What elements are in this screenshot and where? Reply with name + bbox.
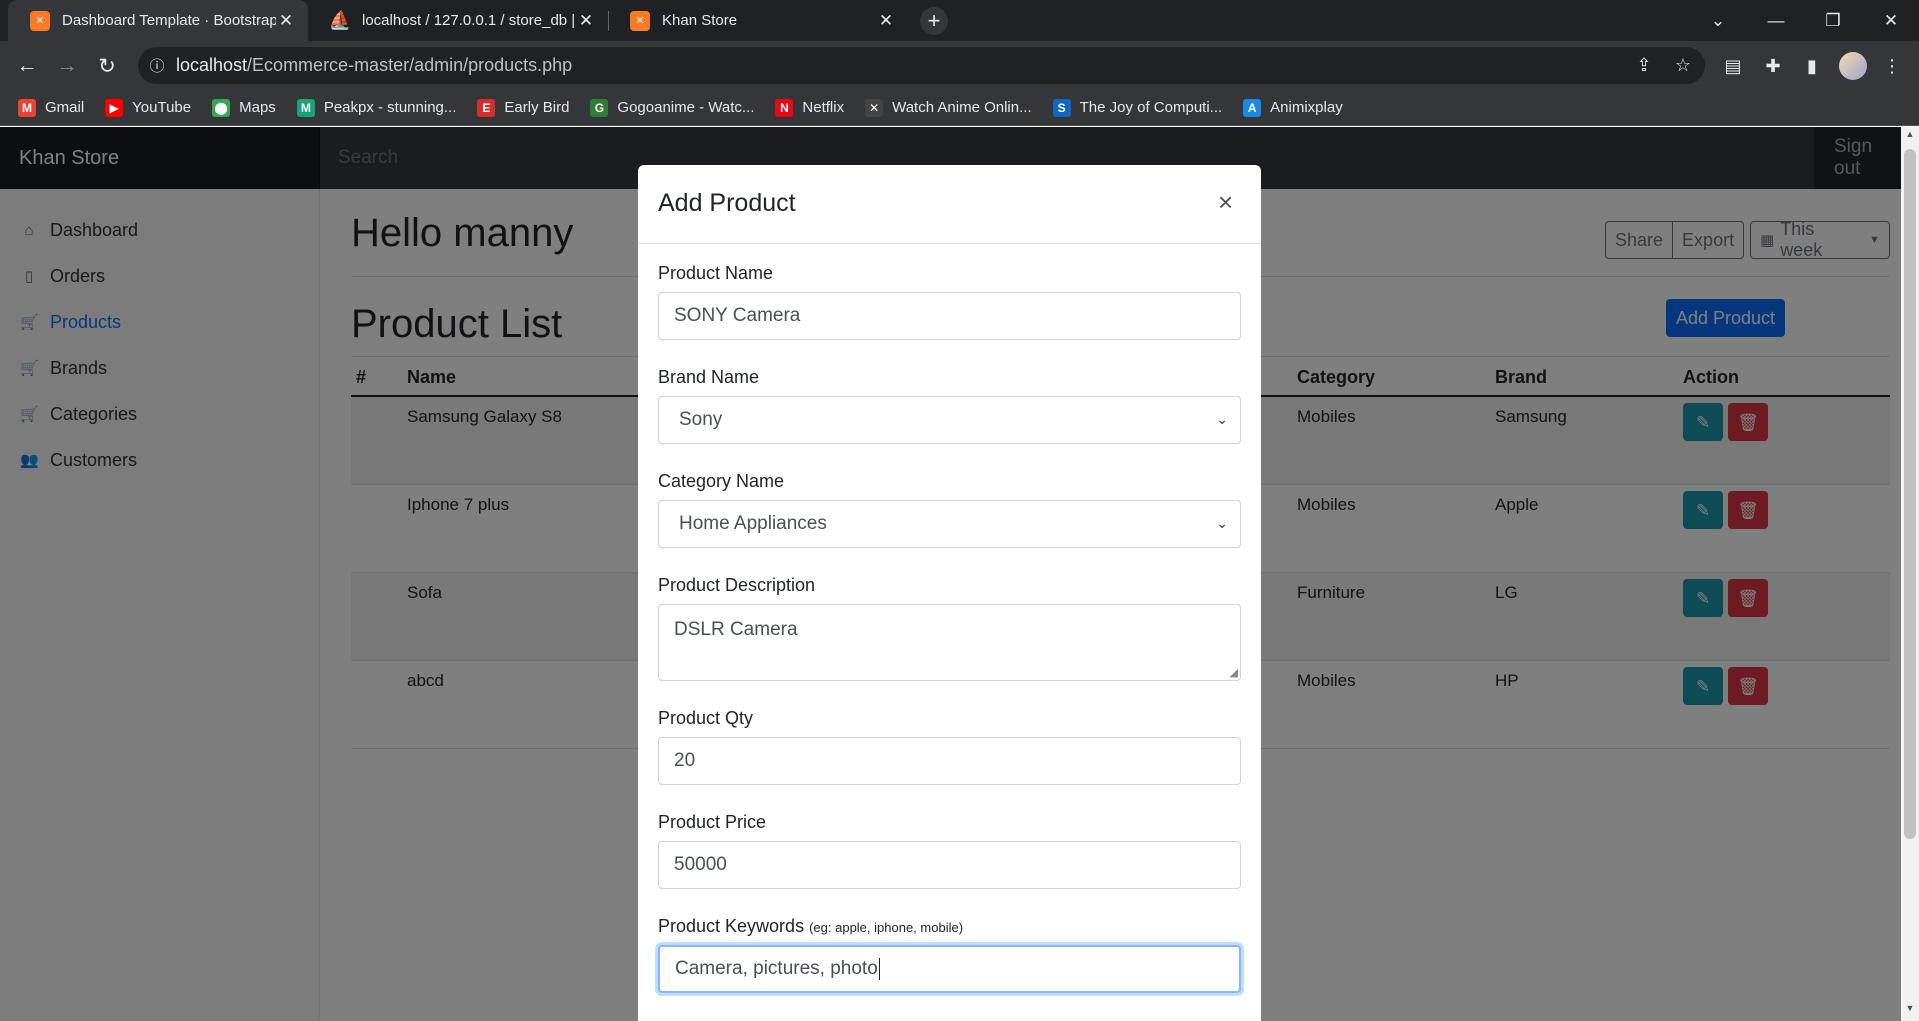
url-path: /Ecommerce-master/admin/products.php: [247, 55, 573, 75]
browser-tab-bar: ✕ Dashboard Template · Bootstrap ✕ ⛵ loc…: [0, 0, 1919, 41]
bookmark-favicon-icon: N: [775, 98, 794, 117]
bookmark-item[interactable]: N Netflix: [775, 98, 845, 117]
extensions-puzzle-icon[interactable]: ✚: [1756, 49, 1790, 83]
bookmark-item[interactable]: S The Joy of Computi...: [1052, 98, 1223, 117]
resize-grip-icon[interactable]: ◢: [1230, 666, 1238, 679]
bookmark-item[interactable]: ▶ YouTube: [105, 98, 192, 117]
new-tab-button[interactable]: +: [920, 7, 948, 35]
minimize-icon[interactable]: —: [1748, 0, 1804, 41]
restore-icon[interactable]: ❐: [1805, 0, 1861, 41]
url-host: localhost: [176, 55, 248, 75]
bookmark-label: Peakpx - stunning...: [323, 99, 457, 116]
price-label: Product Price: [658, 812, 767, 832]
bookmark-label: The Joy of Computi...: [1079, 99, 1223, 116]
window-close-icon[interactable]: ✕: [1863, 0, 1919, 41]
tab-title: Khan Store: [662, 12, 738, 29]
bookmark-favicon-icon: S: [1052, 98, 1071, 117]
bookmark-favicon-icon: E: [477, 98, 496, 117]
address-bar-row: ← → ↻ ⓘ localhost/Ecommerce-master/admin…: [0, 41, 1919, 90]
reload-icon[interactable]: ↻: [90, 49, 124, 83]
description-textarea[interactable]: DSLR Camera ◢: [658, 604, 1241, 681]
price-input[interactable]: 50000: [658, 841, 1241, 889]
bookmark-favicon-icon: M: [18, 98, 36, 117]
close-icon[interactable]: ✕: [876, 11, 896, 31]
bookmark-item[interactable]: G Gogoanime - Watc...: [590, 98, 755, 117]
page-scrollbar[interactable]: ▲ ▼: [1901, 127, 1919, 1021]
product-name-label: Product Name: [658, 263, 774, 283]
browser-tab-phpmyadmin[interactable]: ⛵ localhost / 127.0.0.1 / store_db | p ✕: [308, 0, 608, 41]
modal-title: Add Product: [658, 189, 796, 217]
bookmark-favicon-icon: ✕: [865, 98, 884, 117]
category-select-value: Home Appliances: [679, 513, 827, 534]
bookmark-item[interactable]: E Early Bird: [477, 98, 570, 117]
brand-name-label: Brand Name: [658, 367, 760, 387]
bookmarks-bar: M Gmail ▶ YouTube ⬤ Maps M Peakpx - stunning...…: [0, 90, 1919, 126]
brand-select-value: Sony: [679, 409, 723, 430]
chevron-down-icon: ⌄: [1216, 515, 1228, 531]
bookmark-label: Gmail: [45, 99, 85, 116]
keywords-label: Product Keywords (eg: apple, iphone, mob…: [658, 916, 963, 937]
scrollbar-thumb[interactable]: [1904, 149, 1916, 839]
bookmark-favicon-icon: M: [296, 98, 315, 117]
keywords-hint: (eg: apple, iphone, mobile): [809, 920, 964, 935]
profile-avatar[interactable]: [1839, 52, 1867, 80]
bookmark-label: YouTube: [132, 99, 192, 116]
brand-select[interactable]: Sony ⌄: [658, 396, 1241, 444]
bookmark-favicon-icon: A: [1243, 98, 1262, 117]
keywords-value: Camera, pictures, photo: [675, 958, 878, 979]
keywords-label-text: Product Keywords: [658, 916, 805, 936]
bookmark-item[interactable]: M Gmail: [18, 98, 85, 117]
xampp-icon: ✕: [630, 10, 650, 31]
bookmark-favicon-icon: ⬤: [212, 98, 231, 117]
bookmark-favicon-icon: ▶: [105, 98, 124, 117]
description-label: Product Description: [658, 575, 816, 595]
bookmark-label: Maps: [239, 99, 276, 116]
add-product-modal: Add Product × Product Name SONY Camera B…: [638, 165, 1261, 1021]
web-page: Khan Store Search Sign out ⌂Dashboard▯Or…: [0, 127, 1901, 1021]
bookmark-label: Netflix: [802, 99, 845, 116]
scroll-up-icon[interactable]: ▲: [1901, 129, 1919, 145]
bookmark-item[interactable]: A Animixplay: [1243, 98, 1343, 117]
bookmark-label: Early Bird: [504, 99, 570, 116]
description-value: DSLR Camera: [674, 619, 798, 640]
side-panel-icon[interactable]: ▮: [1795, 49, 1829, 83]
text-caret: [878, 958, 880, 980]
close-icon[interactable]: ✕: [576, 11, 596, 31]
tab-title: Dashboard Template · Bootstrap: [62, 12, 276, 29]
keywords-input[interactable]: Camera, pictures, photo: [658, 945, 1241, 993]
bookmark-star-icon[interactable]: ☆: [1665, 47, 1701, 84]
category-select[interactable]: Home Appliances ⌄: [658, 500, 1241, 548]
qty-input[interactable]: 20: [658, 737, 1241, 785]
extension-clipboard-icon[interactable]: ▤: [1716, 49, 1750, 83]
browser-tab-khan-store[interactable]: ✕ Khan Store ✕: [608, 0, 908, 41]
url-field[interactable]: ⓘ localhost/Ecommerce-master/admin/produ…: [138, 47, 1705, 84]
modal-header: Add Product ×: [638, 165, 1261, 244]
site-info-icon[interactable]: ⓘ: [138, 55, 176, 76]
product-name-input[interactable]: SONY Camera: [658, 292, 1241, 340]
close-icon[interactable]: ✕: [276, 11, 296, 31]
xampp-icon: ✕: [30, 10, 50, 31]
category-name-label: Category Name: [658, 471, 785, 491]
bookmark-label: Animixplay: [1270, 99, 1343, 116]
browser-tab-dashboard[interactable]: ✕ Dashboard Template · Bootstrap ✕: [8, 0, 308, 41]
bookmark-item[interactable]: M Peakpx - stunning...: [296, 98, 457, 117]
forward-icon[interactable]: →: [50, 49, 84, 83]
tab-title: localhost / 127.0.0.1 / store_db | p: [362, 12, 576, 29]
phpmyadmin-icon: ⛵: [328, 10, 352, 30]
bookmark-label: Gogoanime - Watc...: [617, 99, 755, 116]
chevron-down-icon: ⌄: [1216, 411, 1228, 427]
back-icon[interactable]: ←: [10, 49, 44, 83]
menu-kebab-icon[interactable]: ⋮: [1875, 49, 1909, 83]
bookmark-favicon-icon: G: [590, 98, 609, 117]
tab-search-icon[interactable]: ⌄: [1690, 0, 1746, 41]
bookmark-label: Watch Anime Onlin...: [892, 99, 1032, 116]
bookmark-item[interactable]: ✕ Watch Anime Onlin...: [865, 98, 1032, 117]
scroll-down-icon[interactable]: ▼: [1901, 1003, 1919, 1019]
qty-label: Product Qty: [658, 708, 754, 728]
share-icon[interactable]: ⇪: [1626, 47, 1662, 84]
close-icon[interactable]: ×: [1218, 187, 1233, 218]
bookmark-item[interactable]: ⬤ Maps: [212, 98, 276, 117]
